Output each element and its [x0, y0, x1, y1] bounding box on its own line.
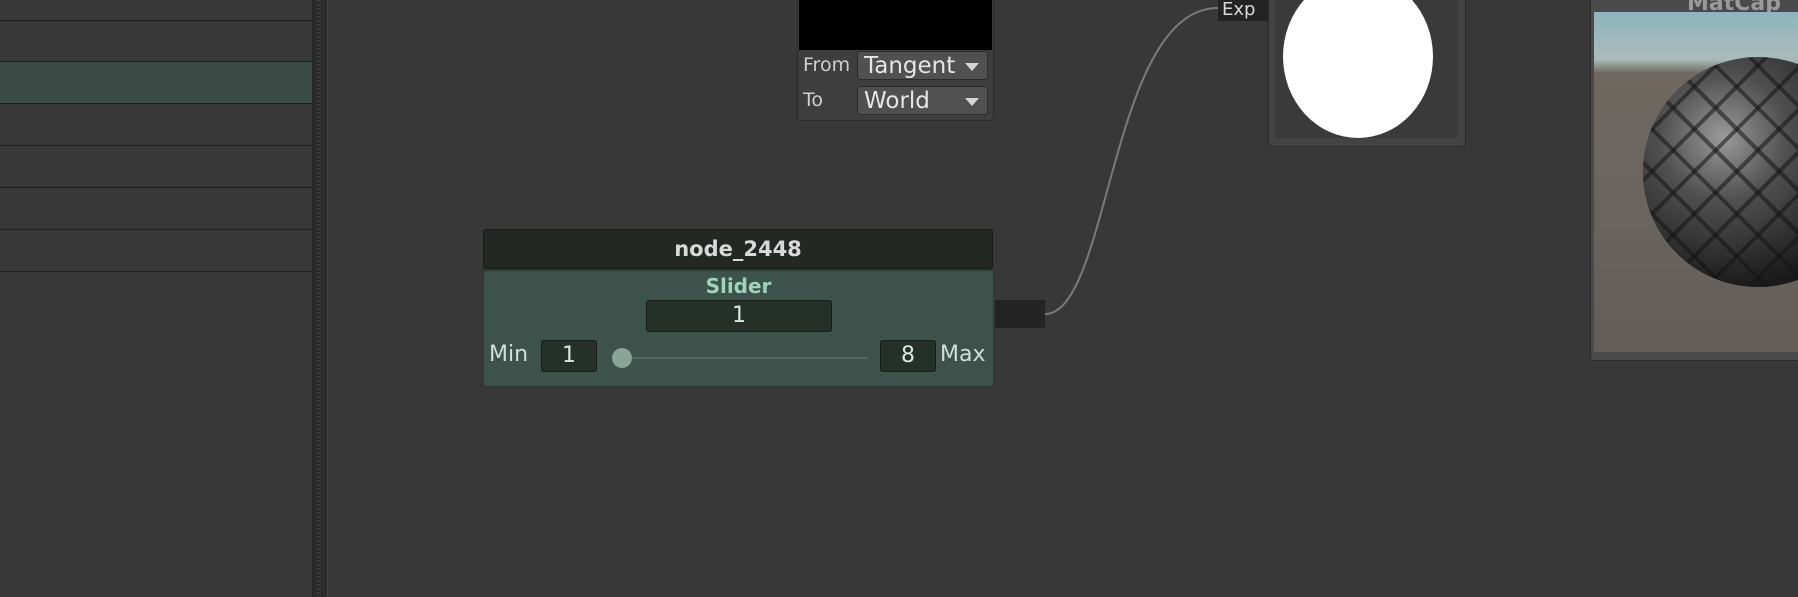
- sidebar-row[interactable]: [0, 0, 312, 21]
- slider-handle[interactable]: [612, 348, 632, 368]
- sidebar-row[interactable]: [0, 230, 312, 272]
- matcap-node[interactable]: MatCap: [1590, 0, 1798, 361]
- sphere-preview: [1283, 0, 1433, 138]
- slider-node-type: Slider: [705, 274, 772, 298]
- matcap-preview-image: [1594, 12, 1798, 352]
- from-dropdown[interactable]: Tangent: [857, 51, 988, 80]
- to-dropdown[interactable]: World: [857, 86, 988, 115]
- slider-node-name: node_2448: [674, 237, 802, 261]
- dropdown-arrow-icon: [965, 98, 979, 106]
- min-label: Min: [489, 342, 529, 367]
- slider-track[interactable]: [614, 357, 867, 359]
- max-value-field[interactable]: 8: [880, 340, 936, 372]
- sidebar-row[interactable]: [0, 146, 312, 188]
- exp-input-port[interactable]: Exp: [1218, 0, 1268, 21]
- slider-output-port[interactable]: [995, 300, 1045, 328]
- node-preview: [799, 0, 992, 50]
- sidebar-row[interactable]: [0, 188, 312, 230]
- matcap-ball: [1643, 57, 1798, 287]
- sidebar-panel: [0, 0, 314, 597]
- from-label: From: [803, 54, 851, 76]
- max-value: 8: [901, 343, 915, 368]
- sidebar-row[interactable]: [0, 20, 312, 62]
- min-value-field[interactable]: 1: [541, 340, 597, 372]
- exp-port-label: Exp: [1222, 0, 1256, 20]
- slider-value: 1: [732, 303, 746, 328]
- preview-image: [1275, 0, 1458, 138]
- slider-value-field[interactable]: 1: [646, 300, 832, 332]
- preview-node[interactable]: [1268, 0, 1466, 147]
- panel-splitter[interactable]: [312, 0, 328, 597]
- slider-node[interactable]: Slider 1 Min 1 8 Max: [483, 270, 994, 387]
- to-label: To: [803, 89, 824, 111]
- max-label: Max: [940, 342, 986, 367]
- dropdown-arrow-icon: [965, 63, 979, 71]
- from-value: Tangent: [864, 53, 956, 79]
- slider-node-header[interactable]: node_2448: [483, 229, 993, 269]
- transform-node[interactable]: From Tangent To World: [797, 0, 994, 121]
- sidebar-row[interactable]: [0, 104, 312, 146]
- to-value: World: [864, 88, 930, 114]
- sidebar-row-selected[interactable]: [0, 62, 312, 104]
- min-value: 1: [562, 343, 576, 368]
